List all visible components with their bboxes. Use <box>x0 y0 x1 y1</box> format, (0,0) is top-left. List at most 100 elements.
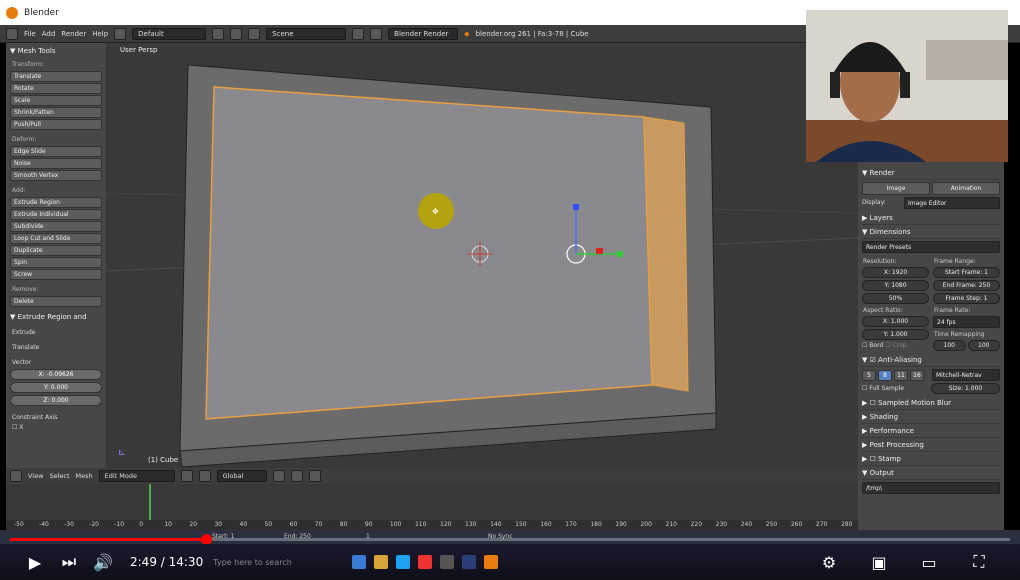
render-animation-button[interactable]: Animation <box>932 182 1000 195</box>
edge-slide-button[interactable]: Edge Slide <box>10 146 102 157</box>
miniplayer-icon[interactable]: ▣ <box>868 551 890 573</box>
end-frame-field[interactable]: End Frame: 250 <box>933 280 1000 291</box>
menu-view[interactable]: View <box>28 472 43 480</box>
add-scene-icon[interactable] <box>352 27 365 40</box>
frame-step-field[interactable]: Frame Step: 1 <box>933 293 1000 304</box>
theater-mode-icon[interactable]: ▭ <box>918 551 940 573</box>
constraint-x-checkbox[interactable]: ☐ X <box>12 424 100 431</box>
viewport-scene[interactable]: ✥ ⊾ <box>106 43 858 468</box>
mode-selector[interactable]: Edit Mode <box>98 470 175 482</box>
res-x-field[interactable]: X: 1920 <box>862 267 929 278</box>
ruler-tick-label: -20 <box>89 521 99 528</box>
remove-scene-icon[interactable] <box>370 27 383 40</box>
aa-11-button[interactable]: 11 <box>894 369 908 381</box>
aspect-x-field[interactable]: X: 1.000 <box>862 316 929 327</box>
op-extrude-label: Extrude <box>12 329 36 336</box>
border-checkbox[interactable]: ☐ Bord <box>862 342 883 349</box>
duplicate-button[interactable]: Duplicate <box>10 245 102 256</box>
scale-button[interactable]: Scale <box>10 95 102 106</box>
aa-filter-selector[interactable]: Mitchell-Netrav <box>932 369 1000 381</box>
orientation-selector[interactable]: Global <box>216 470 267 482</box>
push-pull-button[interactable]: Push/Pull <box>10 119 102 130</box>
transform-label: Transform: <box>12 61 44 68</box>
video-progress-bar[interactable] <box>10 534 1010 545</box>
translate-button[interactable]: Translate <box>10 71 102 82</box>
menu-add[interactable]: Add <box>42 30 56 38</box>
dimensions-header[interactable]: ▼ Dimensions <box>862 225 1000 239</box>
display-selector[interactable]: Image Editor <box>904 197 1000 209</box>
screw-button[interactable]: Screw <box>10 269 102 280</box>
vector-y-field[interactable]: Y: 0.000 <box>10 382 102 393</box>
aspect-y-field[interactable]: Y: 1.000 <box>862 329 929 340</box>
volume-icon[interactable]: 🔊 <box>92 551 114 573</box>
subdivide-button[interactable]: Subdivide <box>10 221 102 232</box>
edge-select-icon[interactable] <box>290 470 303 482</box>
timeline-area[interactable] <box>6 484 858 520</box>
settings-gear-icon[interactable]: ⚙ <box>818 551 840 573</box>
current-frame-marker[interactable] <box>149 484 151 520</box>
x-axis-handle <box>596 248 603 254</box>
spin-button[interactable]: Spin <box>10 257 102 268</box>
vector-x-field[interactable]: X: -0.09626 <box>10 369 102 380</box>
pivot-icon[interactable] <box>198 470 211 482</box>
post-processing-header[interactable]: ▶ Post Processing <box>862 438 1000 452</box>
shading-mode-icon[interactable] <box>180 470 193 482</box>
remove-layout-icon[interactable] <box>230 27 243 40</box>
face-select-icon[interactable] <box>308 470 321 482</box>
vertex-select-icon[interactable] <box>272 470 285 482</box>
crop-checkbox[interactable]: ☐ Crop <box>885 342 906 349</box>
full-sample-checkbox[interactable]: ☐ Full Sample <box>862 385 929 392</box>
anti-aliasing-header[interactable]: ▼ ☑ Anti-Aliasing <box>862 353 1000 367</box>
operator-header[interactable]: ▼ Extrude Region and <box>10 313 102 321</box>
resolution-label: Resolution: <box>863 258 897 265</box>
smooth-vertex-button[interactable]: Smooth Vertex <box>10 170 102 181</box>
aa-8-button[interactable]: 8 <box>878 369 892 381</box>
play-icon[interactable]: ▶ <box>24 551 46 573</box>
rotate-button[interactable]: Rotate <box>10 83 102 94</box>
layout-selector[interactable]: Default <box>132 27 207 40</box>
menu-mesh[interactable]: Mesh <box>76 472 93 480</box>
remap-new-field[interactable]: 100 <box>967 340 1000 351</box>
extrude-region-button[interactable]: Extrude Region <box>10 197 102 208</box>
render-engine-selector[interactable]: Blender Render <box>388 27 459 40</box>
performance-header[interactable]: ▶ Performance <box>862 424 1000 438</box>
render-presets-selector[interactable]: Render Presets <box>862 241 1000 253</box>
output-path-field[interactable]: /tmp\ <box>862 482 1000 494</box>
extrude-individual-button[interactable]: Extrude Individual <box>10 209 102 220</box>
fullscreen-icon[interactable]: ⛶ <box>968 551 990 573</box>
shading-header[interactable]: ▶ Shading <box>862 410 1000 424</box>
timeline-ruler[interactable]: -50 -40 -30 -20 -10 0 10 20 30 40 50 60 70 80 90 100 110… <box>6 520 858 530</box>
stamp-header[interactable]: ▶ ☐ Stamp <box>862 452 1000 466</box>
3d-viewport[interactable]: User Persp ✥ ⊾ (1) Cube <box>106 43 858 468</box>
menu-render[interactable]: Render <box>61 30 86 38</box>
scene-selector[interactable]: Scene <box>266 27 347 40</box>
editor-type-icon[interactable] <box>6 27 18 40</box>
start-frame-field[interactable]: Start Frame: 1 <box>933 267 1000 278</box>
add-layout-icon[interactable] <box>212 27 225 40</box>
menu-help[interactable]: Help <box>92 30 108 38</box>
res-y-field[interactable]: Y: 1080 <box>862 280 929 291</box>
shrink-fatten-button[interactable]: Shrink/Fatten <box>10 107 102 118</box>
motion-blur-header[interactable]: ▶ ☐ Sampled Motion Blur <box>862 396 1000 410</box>
noise-button[interactable]: Noise <box>10 158 102 169</box>
menu-select[interactable]: Select <box>49 472 69 480</box>
vector-z-field[interactable]: Z: 0.000 <box>10 395 102 406</box>
output-header[interactable]: ▼ Output <box>862 466 1000 480</box>
frame-rate-selector[interactable]: 24 fps <box>933 316 1000 328</box>
layers-header[interactable]: ▶ Layers <box>862 211 1000 225</box>
loop-cut-button[interactable]: Loop Cut and Slide <box>10 233 102 244</box>
mesh-tools-header[interactable]: ▼ Mesh Tools <box>10 47 102 55</box>
next-icon[interactable]: ⏭ <box>58 551 80 573</box>
remap-old-field[interactable]: 100 <box>933 340 966 351</box>
aa-size-field[interactable]: Size: 1.000 <box>931 383 1000 394</box>
render-image-button[interactable]: Image <box>862 182 930 195</box>
ruler-tick-label: 90 <box>364 521 373 528</box>
delete-button[interactable]: Delete <box>10 296 102 307</box>
res-percent-field[interactable]: 50% <box>862 293 929 304</box>
editor-type-icon[interactable] <box>10 470 22 482</box>
chrome-icon <box>417 555 432 569</box>
menu-file[interactable]: File <box>24 30 36 38</box>
aa-5-button[interactable]: 5 <box>862 369 876 381</box>
aa-16-button[interactable]: 16 <box>910 369 924 381</box>
render-header[interactable]: ▼ Render <box>862 166 1000 180</box>
